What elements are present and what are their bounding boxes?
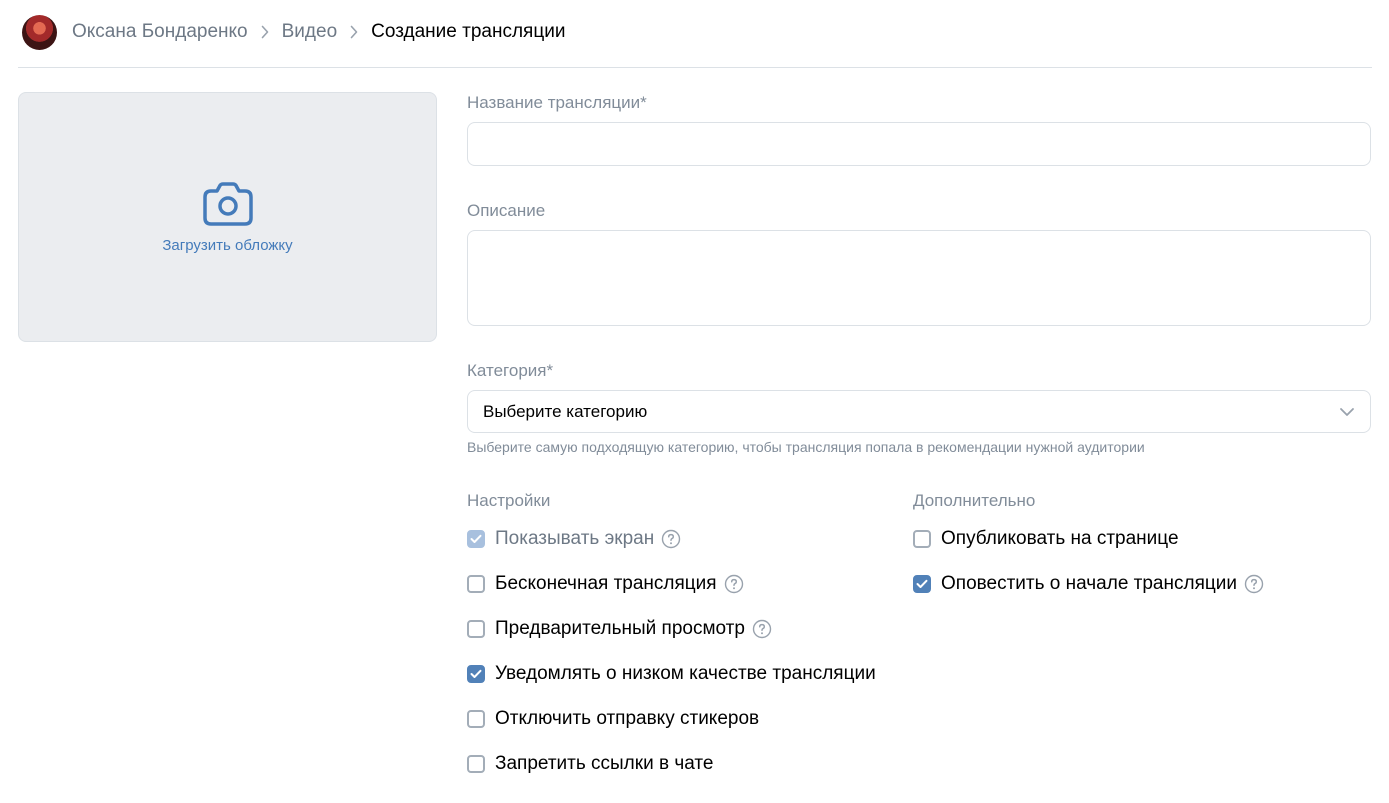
checkbox[interactable] <box>467 755 485 773</box>
checkbox[interactable] <box>913 530 931 548</box>
checkbox[interactable] <box>467 665 485 683</box>
checkbox[interactable] <box>467 530 485 548</box>
camera-icon <box>202 181 254 237</box>
option-publish-on-page[interactable]: Опубликовать на странице <box>913 527 1179 551</box>
option-label: Показывать экран <box>495 528 655 549</box>
chevron-down-icon <box>1339 402 1355 422</box>
option-label: Запретить ссылки в чате <box>495 753 714 774</box>
description-label: Описание <box>467 201 546 220</box>
question-circle-icon[interactable] <box>752 619 772 639</box>
avatar[interactable] <box>22 14 57 50</box>
category-hint: Выберите самую подходящую категорию, что… <box>467 439 1145 455</box>
option-infinite-stream[interactable]: Бесконечная трансляция <box>467 572 744 596</box>
chevron-right-icon <box>254 14 276 50</box>
checkbox[interactable] <box>913 575 931 593</box>
option-low-quality-notify[interactable]: Уведомлять о низком качестве трансляции <box>467 662 876 686</box>
option-show-screen[interactable]: Показывать экран <box>467 527 681 551</box>
question-circle-icon[interactable] <box>724 574 744 594</box>
category-label: Категория* <box>467 361 554 380</box>
question-circle-icon[interactable] <box>661 529 681 549</box>
option-label: Уведомлять о низком качестве трансляции <box>495 663 876 684</box>
option-preview[interactable]: Предварительный просмотр <box>467 617 772 641</box>
question-circle-icon[interactable] <box>1244 574 1264 594</box>
description-textarea[interactable] <box>467 230 1371 326</box>
chevron-right-icon <box>343 14 365 50</box>
title-input[interactable] <box>467 122 1371 166</box>
cover-upload-area[interactable]: Загрузить обложку <box>18 92 437 342</box>
breadcrumb: Оксана Бондаренко Видео Создание трансля… <box>22 14 565 50</box>
option-label: Отключить отправку стикеров <box>495 708 760 729</box>
settings-title: Настройки <box>467 491 551 510</box>
breadcrumb-user[interactable]: Оксана Бондаренко <box>72 21 248 43</box>
header-divider <box>18 67 1372 68</box>
option-label: Бесконечная трансляция <box>495 573 717 594</box>
option-notify-start[interactable]: Оповестить о начале трансляции <box>913 572 1264 596</box>
title-label: Название трансляции* <box>467 93 647 112</box>
category-select[interactable]: Выберите категорию <box>467 390 1371 433</box>
option-disable-stickers[interactable]: Отключить отправку стикеров <box>467 707 759 731</box>
option-label: Опубликовать на странице <box>941 528 1179 549</box>
option-block-links[interactable]: Запретить ссылки в чате <box>467 752 713 776</box>
breadcrumb-video[interactable]: Видео <box>282 21 338 43</box>
extra-title: Дополнительно <box>913 491 1036 510</box>
option-label: Предварительный просмотр <box>495 618 745 639</box>
checkbox[interactable] <box>467 575 485 593</box>
checkbox[interactable] <box>467 710 485 728</box>
cover-upload-label: Загрузить обложку <box>162 236 293 254</box>
checkbox[interactable] <box>467 620 485 638</box>
category-select-value: Выберите категорию <box>483 401 648 421</box>
breadcrumb-current: Создание трансляции <box>371 21 566 42</box>
option-label: Оповестить о начале трансляции <box>941 573 1237 594</box>
